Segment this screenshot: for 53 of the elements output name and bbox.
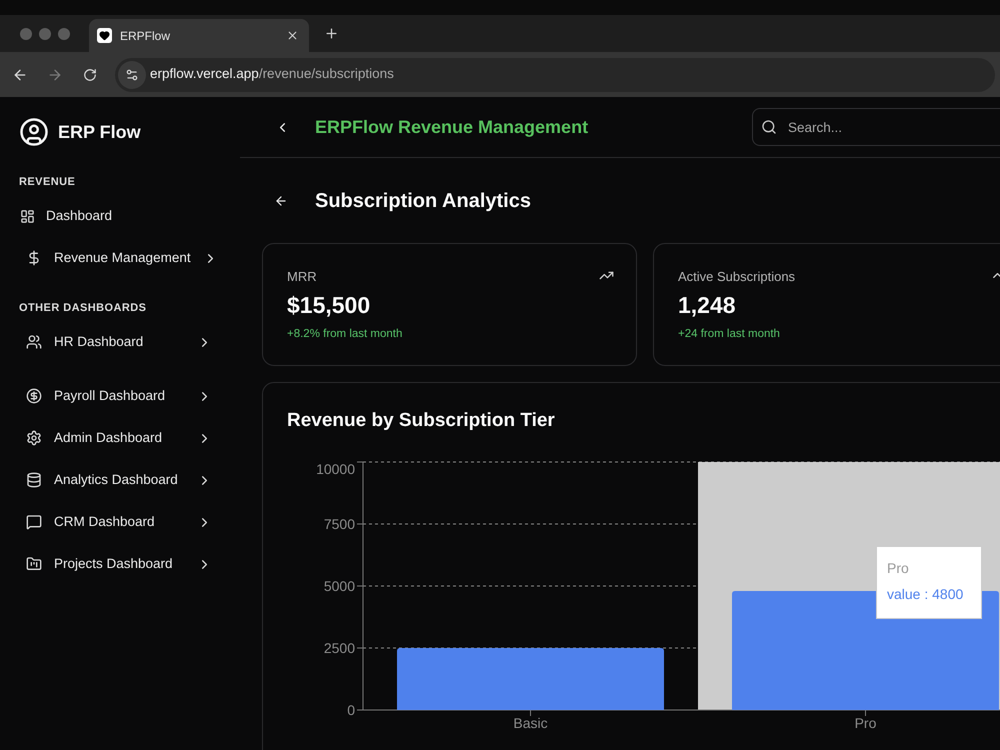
bar[interactable] xyxy=(732,590,999,710)
stat-label: Active Subscriptions xyxy=(678,268,796,286)
search-icon xyxy=(761,119,777,135)
stat-change: +24 from last month xyxy=(678,327,781,342)
stat-value: 1,248 xyxy=(678,291,737,320)
y-tick-label: 7500 xyxy=(324,516,355,532)
sidebar-item[interactable]: Revenue Management xyxy=(20,248,226,268)
y-tick-label: 2500 xyxy=(324,640,355,656)
sidebar-item[interactable]: Admin Dashboard xyxy=(20,428,220,448)
sidebar-section-label: OTHER DASHBOARDS xyxy=(19,300,146,316)
brand-name: ERP Flow xyxy=(58,120,141,144)
browser-tab[interactable]: ERPFlow xyxy=(89,19,309,52)
plus-icon xyxy=(324,26,338,41)
reload-icon xyxy=(83,68,97,82)
x-tick-label: Pro xyxy=(854,714,876,731)
users-icon xyxy=(26,334,42,350)
sidebar-item[interactable]: Dashboard xyxy=(20,206,112,226)
sidebar-item[interactable]: Analytics Dashboard xyxy=(20,470,220,490)
folder-icon xyxy=(26,556,42,572)
close-icon xyxy=(286,29,298,42)
url-path: /revenue/subscriptions xyxy=(258,66,394,82)
address-bar[interactable]: erpflow.vercel.app/revenue/subscriptions xyxy=(115,58,995,92)
stat-change: +8.2% from last month xyxy=(287,327,404,342)
dashboard-grid-icon xyxy=(20,208,35,224)
user-circle-logo-icon xyxy=(19,117,49,147)
site-settings-icon[interactable] xyxy=(118,60,146,88)
sidebar-section-label: REVENUE xyxy=(19,174,76,190)
y-tick-label: 10000 xyxy=(316,460,355,477)
y-tick-label: 0 xyxy=(347,702,355,718)
x-tick-label: Basic xyxy=(513,714,548,731)
sidebar-item[interactable]: Payroll Dashboard xyxy=(20,386,220,406)
heart-favicon-icon xyxy=(97,28,112,43)
app-title: ERPFlow Revenue Management xyxy=(315,116,588,139)
minimize-window-button[interactable] xyxy=(39,28,51,40)
database-icon xyxy=(26,472,42,488)
search-field[interactable]: Search... xyxy=(752,108,1000,146)
sidebar-item[interactable]: CRM Dashboard xyxy=(20,512,220,532)
tab-title: ERPFlow xyxy=(120,28,170,44)
stat-label: MRR xyxy=(287,268,317,286)
chart-title: Revenue by Subscription Tier xyxy=(287,409,556,433)
tooltip-value: value : 4800 xyxy=(887,585,964,604)
maximize-window-button[interactable] xyxy=(58,28,70,40)
gear-icon xyxy=(26,430,42,446)
y-tick-label: 5000 xyxy=(324,578,355,594)
page-title: Subscription Analytics xyxy=(315,189,531,214)
stat-value: $15,500 xyxy=(287,291,372,320)
chat-bubble-icon xyxy=(26,514,42,530)
dollar-coin-icon xyxy=(26,388,42,404)
sidebar-item[interactable]: HR Dashboard xyxy=(20,332,220,352)
tooltip-title: Pro xyxy=(887,559,910,578)
url-host: erpflow.vercel.app xyxy=(150,66,259,82)
sidebar-item[interactable]: Projects Dashboard xyxy=(20,554,220,574)
close-window-button[interactable] xyxy=(20,28,32,40)
